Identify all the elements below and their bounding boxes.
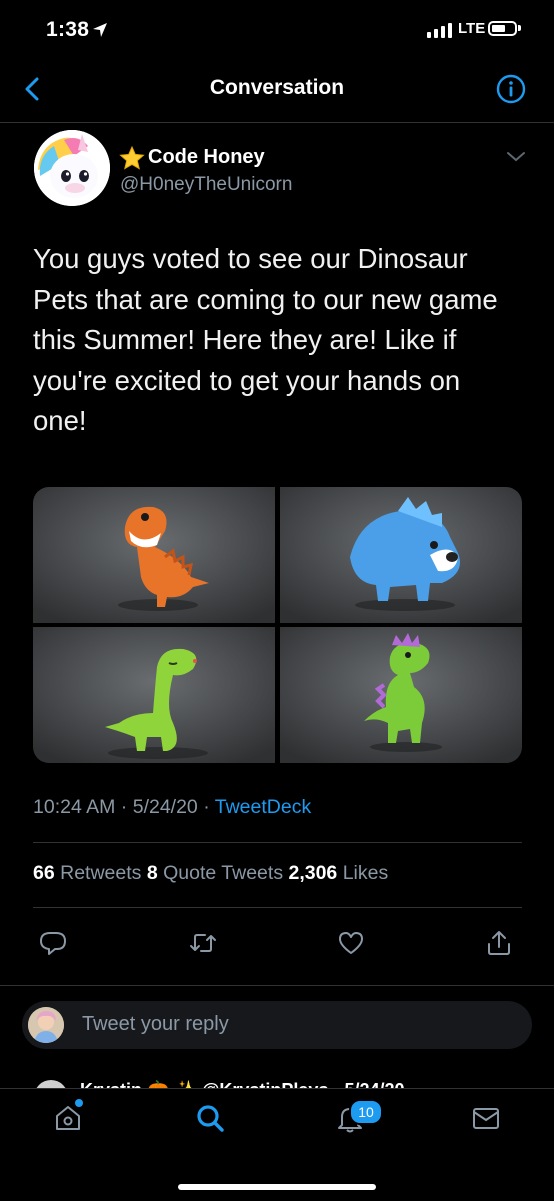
status-time: 1:38: [46, 18, 90, 41]
current-user-avatar: [28, 1007, 64, 1043]
notifications-badge: 10: [349, 1099, 383, 1125]
divider: [0, 985, 554, 986]
battery-icon: [488, 21, 517, 36]
network-type: LTE: [458, 20, 486, 37]
info-icon[interactable]: [496, 74, 526, 104]
cellular-signal-icon: [427, 23, 452, 38]
tweet-stats: 66 Retweets 8 Quote Tweets 2,306 Likes: [33, 862, 388, 885]
reply-icon[interactable]: [38, 928, 68, 958]
retweet-icon[interactable]: [188, 928, 218, 958]
divider: [33, 842, 522, 843]
retweets-label: Retweets: [54, 862, 147, 884]
tweet-media-grid[interactable]: [33, 487, 522, 763]
tweet-text: You guys voted to see our Dinosaur Pets …: [33, 243, 498, 436]
home-new-indicator: [75, 1099, 83, 1107]
search-icon[interactable]: [194, 1102, 226, 1134]
likes-label: Likes: [337, 862, 389, 884]
quote-tweets-stat[interactable]: 8 Quote Tweets: [147, 862, 289, 884]
tweet-source-link[interactable]: TweetDeck: [215, 796, 311, 818]
star-emoji-icon: [119, 146, 145, 170]
retweets-stat[interactable]: 66 Retweets: [33, 862, 147, 884]
author-avatar[interactable]: [34, 130, 110, 206]
like-heart-icon[interactable]: [336, 928, 366, 958]
battery-cap: [518, 25, 521, 31]
reply-input-placeholder[interactable]: Tweet your reply: [82, 1013, 229, 1036]
location-arrow-icon: [93, 23, 107, 37]
media-image-green-brachiosaurus[interactable]: [33, 627, 275, 763]
likes-count: 2,306: [288, 862, 338, 884]
author-display-name[interactable]: Code Honey: [148, 146, 265, 169]
header-divider: [0, 122, 554, 123]
messages-envelope-icon[interactable]: [470, 1102, 502, 1134]
unicorn-avatar-icon: [34, 130, 110, 206]
media-image-green-spiked-dinosaur[interactable]: [280, 627, 522, 763]
share-icon[interactable]: [484, 928, 514, 958]
user-photo-icon: [28, 1007, 64, 1043]
tweet-meta: 10:24 AM · 5/24/20 · TweetDeck: [33, 796, 311, 819]
media-image-orange-t-rex[interactable]: [33, 487, 275, 623]
home-indicator: [178, 1184, 376, 1190]
tweet-timestamp: 10:24 AM · 5/24/20 ·: [33, 796, 215, 818]
author-handle[interactable]: @H0neyTheUnicorn: [120, 174, 292, 196]
likes-stat[interactable]: 2,306 Likes: [288, 862, 388, 884]
divider: [33, 907, 522, 908]
retweets-count: 66: [33, 862, 55, 884]
chevron-down-icon[interactable]: [505, 150, 527, 164]
quote-tweets-label: Quote Tweets: [157, 862, 289, 884]
media-image-blue-triceratops[interactable]: [280, 487, 522, 623]
page-title: Conversation: [209, 76, 345, 99]
quote-tweets-count: 8: [146, 862, 158, 884]
